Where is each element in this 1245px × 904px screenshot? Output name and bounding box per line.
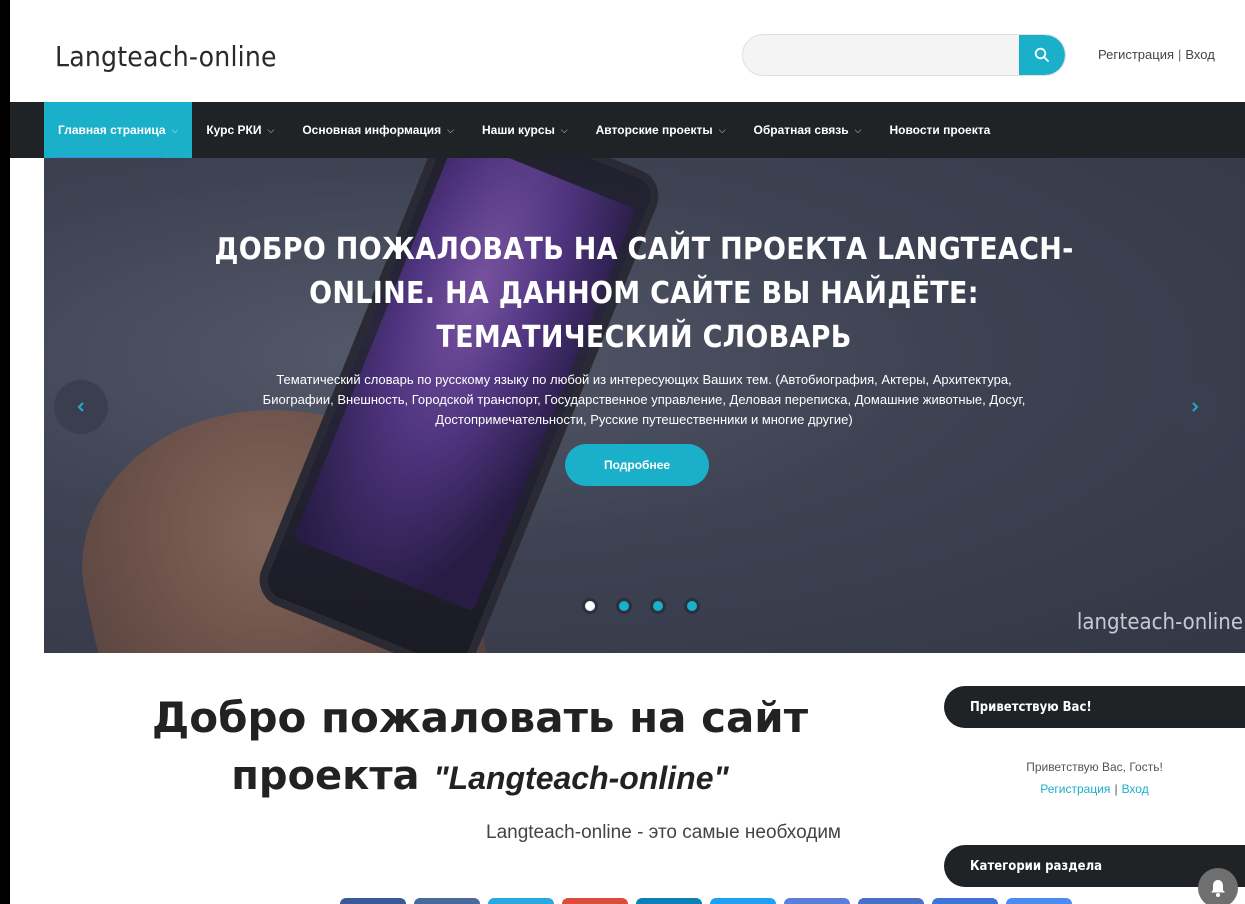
header-login-link[interactable]: Вход	[1185, 47, 1214, 62]
auth-separator: |	[1178, 47, 1182, 62]
nav-item-label: Курс РКИ	[206, 123, 262, 137]
share-button-9[interactable]	[932, 898, 998, 904]
chevron-down-icon: ⌵	[171, 124, 179, 135]
site-header: Langteach-online Регистрация | Вход	[10, 0, 1245, 102]
share-button-10[interactable]	[1006, 898, 1072, 904]
hero-title: Добро пожаловать на сайт проекта Langtea…	[214, 232, 1074, 355]
chevron-down-icon: ⌵	[447, 124, 454, 135]
page-title-line2: проекта "Langteach-online"	[60, 746, 900, 808]
hero-watermark: langteach-online	[1076, 610, 1243, 635]
header-register-link[interactable]: Регистрация	[1098, 47, 1174, 62]
nav-item-3[interactable]: Основная информация ⌵	[288, 102, 468, 158]
nav-item-label: Обратная связь	[753, 123, 849, 137]
nav-item-label: Авторские проекты	[595, 123, 713, 137]
bell-icon	[1211, 880, 1225, 897]
greeting-widget-header: Приветствую Вас!	[944, 686, 1245, 728]
chevron-down-icon: ⌵	[718, 124, 726, 135]
share-button-3[interactable]	[488, 898, 554, 904]
sidebar-auth-separator: |	[1114, 782, 1118, 796]
slider-dot-1[interactable]	[582, 598, 598, 614]
slider-dot-3[interactable]	[650, 598, 666, 614]
nav-item-5[interactable]: Авторские проекты ⌵	[582, 102, 740, 158]
nav-item-2[interactable]: Курс РКИ ⌵	[192, 102, 288, 158]
search-icon	[1034, 47, 1049, 62]
nav-item-7[interactable]: Новости проекта	[875, 102, 1004, 158]
share-button-5[interactable]	[636, 898, 702, 904]
site-logo[interactable]: Langteach-online	[55, 40, 277, 73]
nav-item-label: Наши курсы	[481, 123, 555, 137]
page-title-line1: Добро пожаловать на сайт	[151, 693, 809, 742]
chevron-right-icon	[1192, 402, 1199, 412]
share-button-4[interactable]	[562, 898, 628, 904]
nav-item-label: Новости проекта	[889, 123, 991, 137]
page-title-prefix: проекта	[231, 753, 420, 799]
slider-dot-2[interactable]	[616, 598, 632, 614]
slider-dot-4[interactable]	[684, 598, 700, 614]
share-button-2[interactable]	[414, 898, 480, 904]
hero-more-button[interactable]: Подробнее	[565, 444, 709, 486]
chevron-down-icon: ⌵	[854, 124, 862, 135]
search-button[interactable]	[1019, 35, 1065, 75]
slider-dots	[582, 598, 700, 614]
notification-bell-button[interactable]	[1198, 868, 1238, 904]
sidebar-login-link[interactable]: Вход	[1122, 782, 1149, 796]
search-box	[742, 34, 1066, 76]
page-title-brand: "Langteach-online"	[433, 760, 729, 796]
chevron-down-icon: ⌵	[267, 124, 275, 135]
greeting-widget-body: Приветствую Вас, Гость! Регистрация | Вход	[944, 756, 1245, 800]
nav-item-label: Главная страница	[58, 123, 166, 137]
slider-prev-button[interactable]	[54, 380, 108, 434]
main-navigation: Главная страница ⌵ Курс РКИ ⌵ Основная инфор…	[10, 102, 1245, 160]
slider-next-button[interactable]	[1168, 380, 1222, 434]
hero-slider: Добро пожаловать на сайт проекта Langtea…	[44, 158, 1245, 653]
intro-text: Langteach-online - это самые необходим	[486, 822, 841, 843]
share-button-1[interactable]	[340, 898, 406, 904]
nav-item-4[interactable]: Наши курсы ⌵	[468, 102, 582, 158]
share-button-8[interactable]	[858, 898, 924, 904]
left-edge-bar	[0, 0, 10, 904]
greeting-auth-links: Регистрация | Вход	[944, 778, 1245, 800]
chevron-left-icon	[77, 402, 84, 412]
sidebar-register-link[interactable]: Регистрация	[1040, 782, 1110, 796]
hero-description: Тематический словарь по русскому языку п…	[262, 372, 1026, 427]
share-buttons-row	[340, 898, 1072, 904]
nav-item-1[interactable]: Главная страница ⌵	[44, 102, 193, 158]
share-button-7[interactable]	[784, 898, 850, 904]
page-title: Добро пожаловать на сайт проекта "Langte…	[60, 690, 900, 808]
nav-item-label: Основная информация	[302, 123, 442, 137]
greeting-text: Приветствую Вас, Гость!	[1026, 760, 1163, 774]
nav-item-6[interactable]: Обратная связь ⌵	[740, 102, 876, 158]
share-button-6[interactable]	[710, 898, 776, 904]
chevron-down-icon: ⌵	[560, 124, 568, 135]
header-auth-links: Регистрация | Вход	[1098, 47, 1215, 62]
search-input[interactable]	[743, 35, 1019, 75]
